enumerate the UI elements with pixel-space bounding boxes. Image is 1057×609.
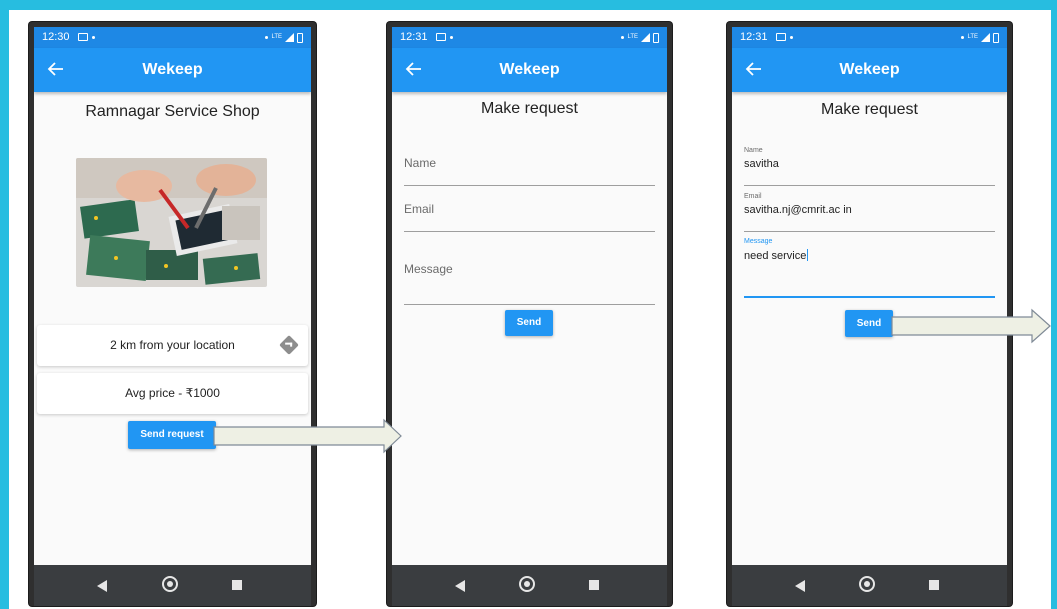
gallery-notification-icon: [78, 33, 88, 41]
nav-bar: [392, 565, 667, 606]
gallery-notification-icon: [436, 33, 446, 41]
email-field-value: savitha.nj@cmrit.ac in: [744, 204, 852, 216]
message-field[interactable]: Message: [404, 259, 655, 305]
message-text: need service: [744, 250, 807, 262]
email-field-label: Email: [404, 202, 435, 216]
nav-recents-icon[interactable]: [589, 580, 599, 590]
nav-recents-icon[interactable]: [929, 580, 939, 590]
send-button[interactable]: Send: [505, 310, 553, 336]
gallery-notification-icon: [776, 33, 786, 41]
signal-icon: [981, 33, 990, 42]
message-field-label: Message: [404, 262, 453, 276]
network-type: LTE: [967, 34, 978, 40]
screen: 12:30 LTE Wekeep Ramnagar Service Shop 2…: [34, 27, 311, 606]
nav-recents-icon[interactable]: [232, 580, 242, 590]
message-field-value[interactable]: need service: [744, 249, 809, 262]
network-type: LTE: [627, 34, 638, 40]
notification-dot-icon: [450, 36, 453, 39]
status-time: 12:31: [400, 31, 428, 43]
name-field-value: savitha: [744, 158, 779, 170]
nav-back-icon[interactable]: [795, 580, 805, 592]
message-field-label: Message: [744, 238, 773, 245]
status-bar: 12:30 LTE: [34, 27, 311, 48]
name-field[interactable]: Name: [404, 153, 655, 186]
signal-icon: [641, 33, 650, 42]
name-field-underline: [404, 185, 655, 186]
price-text: Avg price - ₹1000: [125, 386, 220, 400]
battery-icon: [297, 32, 303, 43]
email-field-underline: [744, 231, 995, 232]
signal-icon: [285, 33, 294, 42]
flow-arrow-icon: [213, 418, 402, 454]
phone-screen-make-request-empty: 12:31 LTE Wekeep Make request Name Email: [387, 22, 672, 606]
email-field-label: Email: [744, 193, 762, 200]
shop-name: Ramnagar Service Shop: [85, 103, 260, 120]
notification-dot-icon: [92, 36, 95, 39]
nav-home-icon[interactable]: [519, 576, 535, 592]
status-dot-icon: [265, 36, 269, 39]
frame-border-right: [1051, 0, 1057, 609]
page-title: Make request: [481, 100, 578, 117]
message-field-underline-focused: [744, 296, 995, 298]
status-bar: 12:31 LTE: [732, 27, 1007, 48]
network-type: LTE: [271, 34, 282, 40]
send-button[interactable]: Send: [845, 310, 893, 337]
nav-home-icon[interactable]: [859, 576, 875, 592]
name-field-underline: [744, 185, 995, 186]
app-title: Wekeep: [499, 61, 560, 78]
name-field-label: Name: [744, 147, 763, 154]
app-bar: Wekeep: [34, 48, 311, 92]
app-bar: Wekeep: [732, 48, 1007, 92]
send-request-button[interactable]: Send request: [128, 421, 216, 449]
app-title: Wekeep: [142, 61, 203, 78]
flow-arrow-icon: [891, 308, 1051, 344]
frame-border-left: [0, 0, 9, 609]
distance-card: 2 km from your location: [37, 325, 308, 366]
status-time: 12:31: [740, 31, 768, 43]
frame-border-top: [0, 0, 1057, 10]
name-field-label: Name: [404, 156, 437, 170]
directions-icon[interactable]: [279, 335, 299, 355]
page-title: Make request: [821, 101, 918, 118]
app-bar: Wekeep: [392, 48, 667, 92]
name-field[interactable]: Name savitha: [744, 145, 995, 187]
message-field-underline: [404, 304, 655, 305]
message-field[interactable]: Message need service: [744, 236, 995, 298]
distance-text: 2 km from your location: [110, 338, 235, 352]
email-field-underline: [404, 231, 655, 232]
nav-home-icon[interactable]: [162, 576, 178, 592]
nav-bar: [34, 565, 311, 606]
phone-screen-shop-details: 12:30 LTE Wekeep Ramnagar Service Shop 2…: [29, 22, 316, 606]
status-time: 12:30: [42, 31, 70, 43]
nav-bar: [732, 565, 1007, 606]
screen: 12:31 LTE Wekeep Make request Name Email: [392, 27, 667, 606]
text-caret: [807, 249, 809, 261]
battery-icon: [993, 32, 999, 43]
email-field[interactable]: Email savitha.nj@cmrit.ac in: [744, 191, 995, 233]
battery-icon: [653, 32, 659, 43]
email-field[interactable]: Email: [404, 199, 655, 232]
shop-photo: [76, 158, 267, 287]
status-dot-icon: [961, 36, 965, 39]
status-bar: 12:31 LTE: [392, 27, 667, 48]
nav-back-icon[interactable]: [455, 580, 465, 592]
status-dot-icon: [621, 36, 625, 39]
nav-back-icon[interactable]: [97, 580, 107, 592]
app-title: Wekeep: [839, 61, 900, 78]
notification-dot-icon: [790, 36, 793, 39]
price-card: Avg price - ₹1000: [37, 373, 308, 414]
